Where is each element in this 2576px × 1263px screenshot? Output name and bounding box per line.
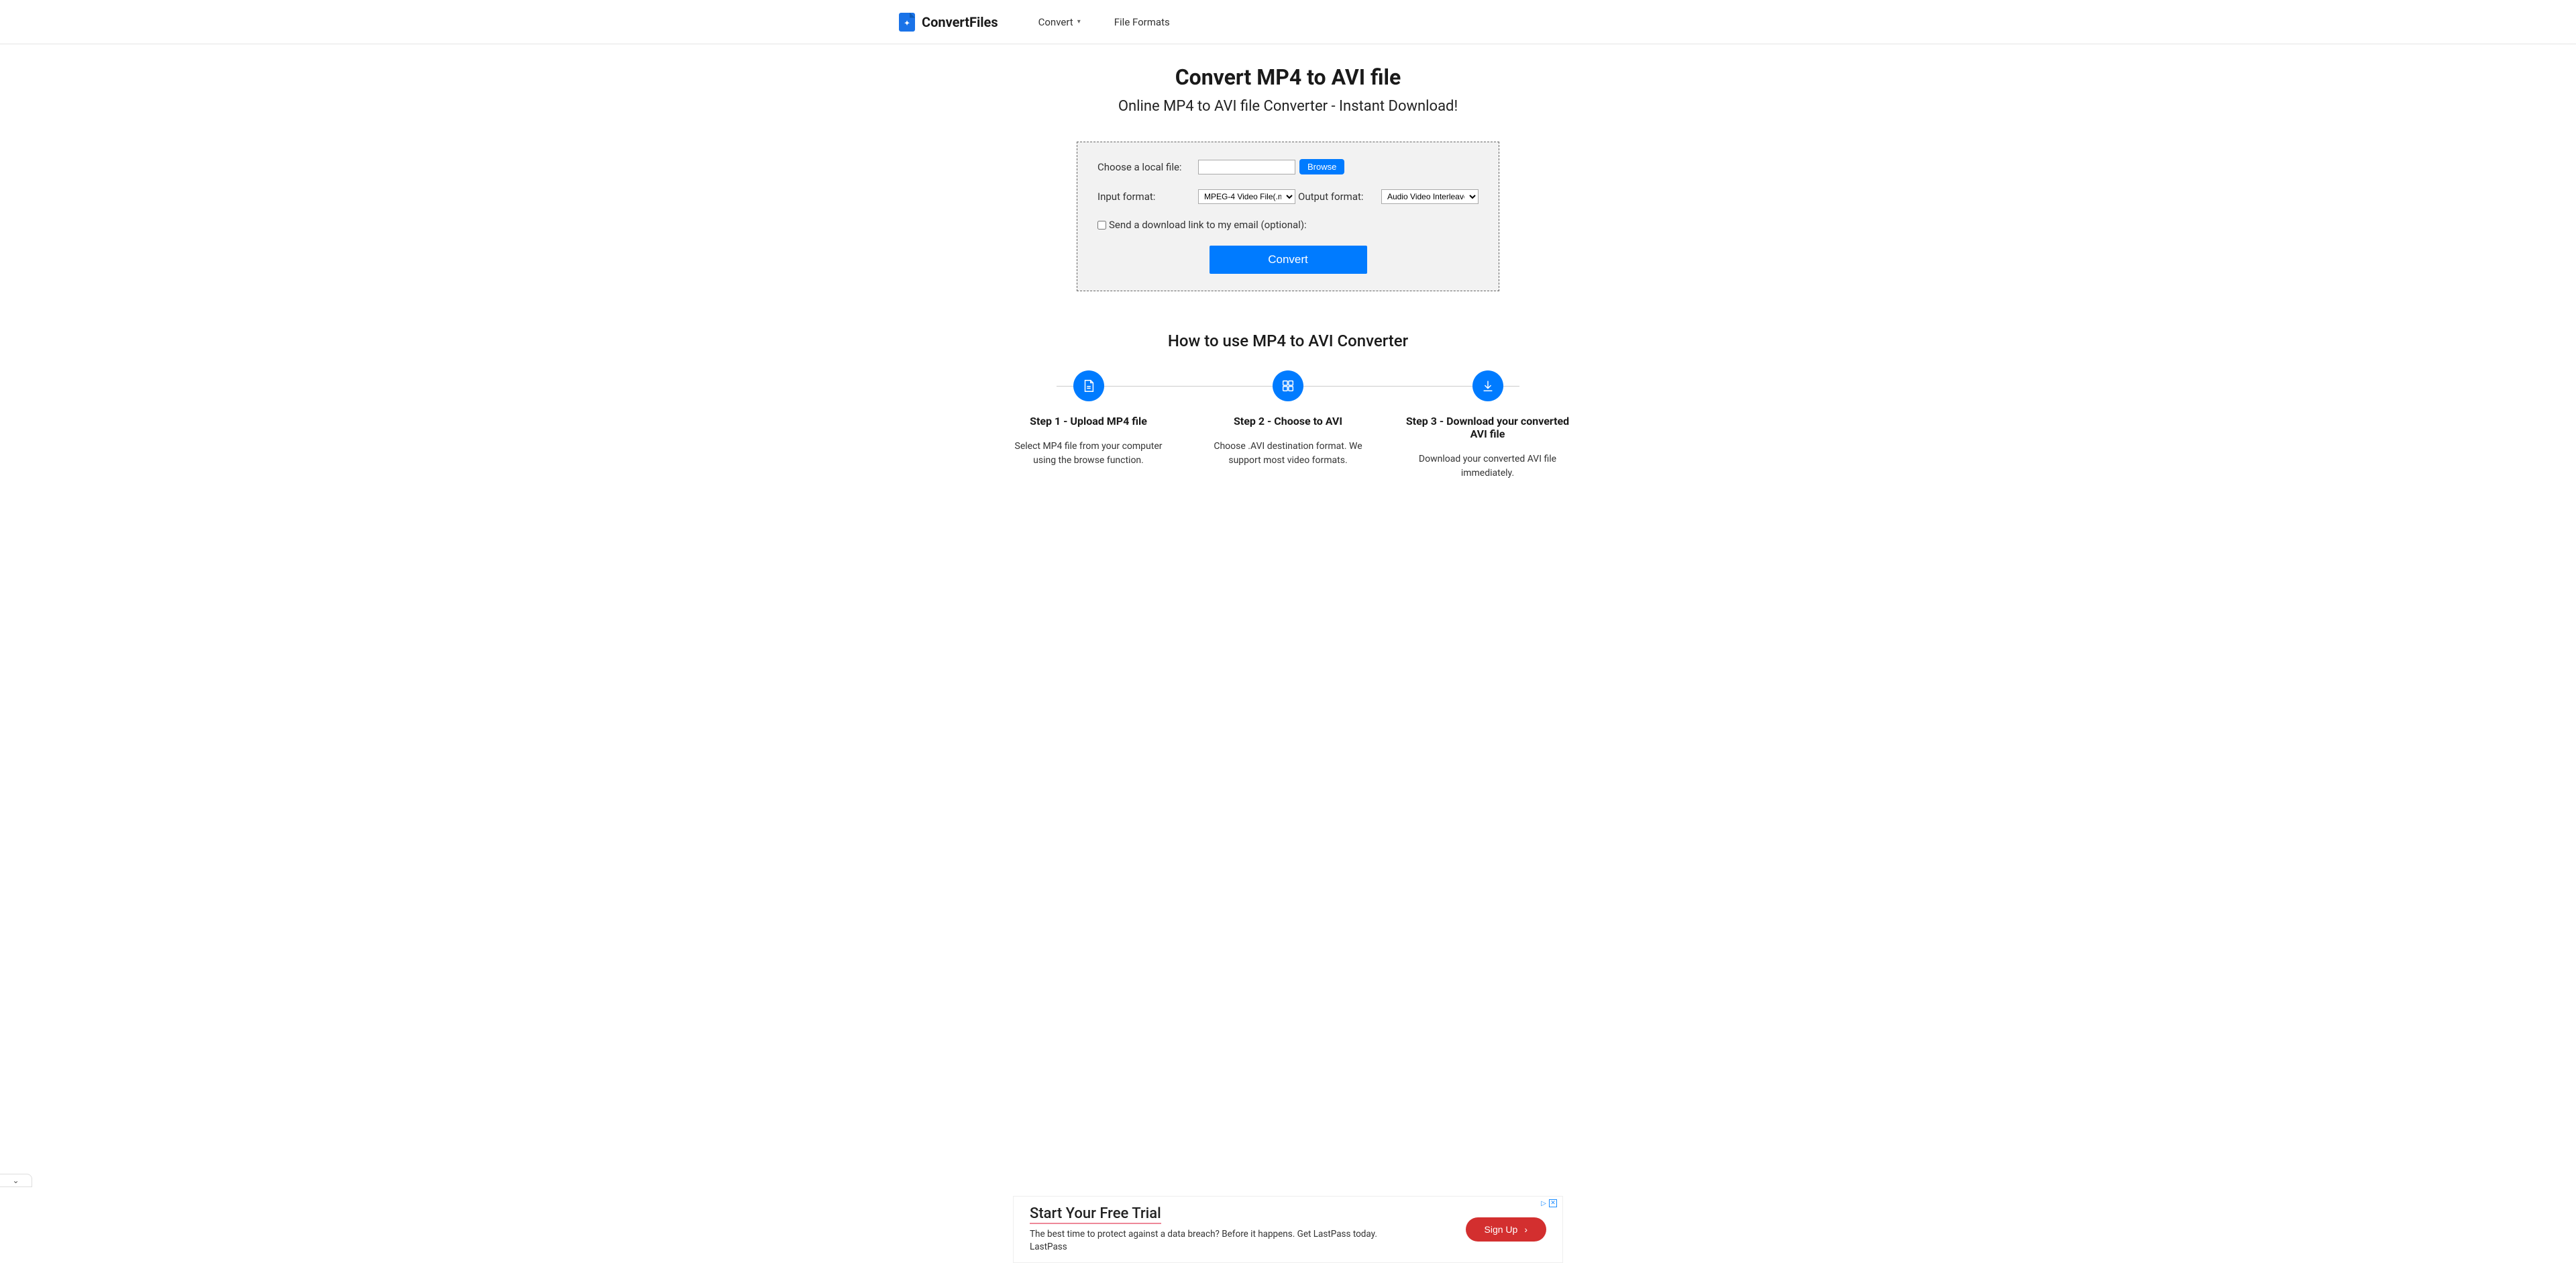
ad-brand: LastPass	[1030, 1242, 1067, 1252]
site-header: ConvertFiles Convert ▾ File Formats	[0, 0, 2576, 44]
choose-file-label: Choose a local file:	[1097, 161, 1198, 173]
ad-bar: ▷ ✕ Start Your Free Trial The best time …	[0, 1196, 2576, 1263]
main-nav: Convert ▾ File Formats	[1038, 16, 1170, 28]
nav-file-formats[interactable]: File Formats	[1114, 16, 1170, 28]
email-checkbox-row[interactable]: Send a download link to my email (option…	[1097, 219, 1479, 231]
step-2-title: Step 2 - Choose to AVI	[1203, 415, 1374, 427]
howto-title: How to use MP4 to AVI Converter	[1003, 332, 1573, 350]
output-format-label: Output format:	[1298, 191, 1364, 203]
adchoices-icon: ▷	[1541, 1200, 1546, 1207]
input-format-label: Input format:	[1097, 191, 1198, 203]
nav-convert-label: Convert	[1038, 16, 1073, 28]
step-2-desc: Choose .AVI destination format. We suppo…	[1203, 440, 1374, 468]
ad-cta-button[interactable]: Sign Up ›	[1466, 1217, 1546, 1242]
input-format-select[interactable]: MPEG-4 Video File(.mp4)	[1198, 189, 1295, 204]
step-2: Step 2 - Choose to AVI Choose .AVI desti…	[1203, 370, 1374, 481]
step-1-desc: Select MP4 file from your computer using…	[1003, 440, 1174, 468]
email-checkbox-label: Send a download link to my email (option…	[1109, 219, 1307, 231]
page-title: Convert MP4 to AVI file	[899, 64, 1677, 90]
file-icon	[1073, 370, 1104, 401]
ad-subtitle: The best time to protect against a data …	[1030, 1229, 1377, 1240]
step-3: Step 3 - Download your converted AVI fil…	[1402, 370, 1573, 481]
nav-file-formats-label: File Formats	[1114, 16, 1170, 28]
ad-banner[interactable]: ▷ ✕ Start Your Free Trial The best time …	[1013, 1196, 1563, 1263]
chevron-right-icon: ›	[1524, 1224, 1527, 1235]
file-path-input[interactable]	[1198, 160, 1295, 174]
logo-text: ConvertFiles	[922, 14, 998, 30]
howto-section: How to use MP4 to AVI Converter Step 1 -…	[1003, 332, 1573, 481]
anchor-collapse-tab[interactable]: ⌄	[0, 1174, 32, 1187]
main-content: Convert MP4 to AVI file Online MP4 to AV…	[885, 44, 1690, 561]
grid-icon	[1273, 370, 1303, 401]
email-checkbox[interactable]	[1097, 221, 1106, 230]
page-subtitle: Online MP4 to AVI file Converter - Insta…	[899, 98, 1677, 115]
close-ad-icon[interactable]: ✕	[1549, 1199, 1557, 1207]
output-format-select[interactable]: Audio Video Interleave File (	[1381, 189, 1479, 204]
step-3-desc: Download your converted AVI file immedia…	[1402, 452, 1573, 481]
chevron-down-icon: ⌄	[12, 1176, 19, 1185]
step-1-title: Step 1 - Upload MP4 file	[1003, 415, 1174, 427]
chevron-down-icon: ▾	[1077, 18, 1081, 26]
ad-title: Start Your Free Trial	[1030, 1205, 1161, 1224]
step-1: Step 1 - Upload MP4 file Select MP4 file…	[1003, 370, 1174, 481]
nav-convert[interactable]: Convert ▾	[1038, 16, 1081, 28]
convert-button[interactable]: Convert	[1210, 246, 1367, 274]
adchoices[interactable]: ▷ ✕	[1541, 1199, 1557, 1207]
logo[interactable]: ConvertFiles	[899, 13, 998, 32]
logo-icon	[899, 13, 915, 32]
step-3-title: Step 3 - Download your converted AVI fil…	[1402, 415, 1573, 440]
steps-row: Step 1 - Upload MP4 file Select MP4 file…	[1003, 370, 1573, 481]
converter-panel: Choose a local file: Browse Input format…	[1077, 142, 1499, 291]
browse-button[interactable]: Browse	[1299, 159, 1344, 174]
ad-cta-label: Sign Up	[1485, 1224, 1518, 1235]
download-icon	[1472, 370, 1503, 401]
